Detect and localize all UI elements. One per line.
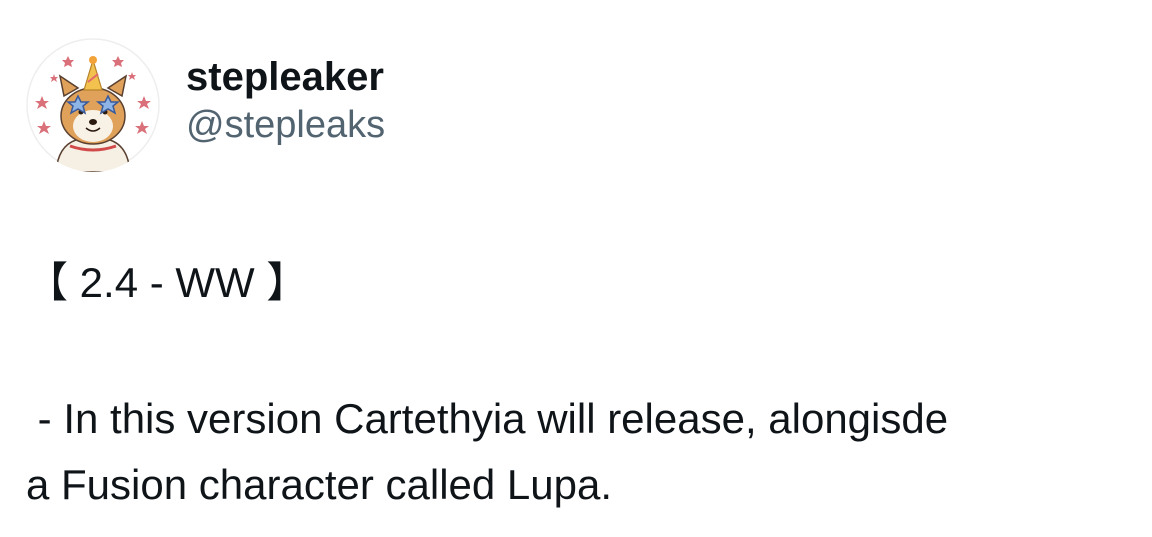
shiba-inu-party-avatar-icon <box>26 38 160 172</box>
avatar[interactable] <box>26 38 160 172</box>
tweet-card: stepleaker @stepleaks 【 2.4 - WW 】 - In … <box>0 0 1152 537</box>
tweet-body: 【 2.4 - WW 】 - In this version Cartethyi… <box>26 250 1146 518</box>
tweet-text-line: - In this version Cartethyia will releas… <box>26 395 949 442</box>
author-names: stepleaker @stepleaks <box>186 54 385 148</box>
tweet-header-line: 【 2.4 - WW 】 <box>26 259 309 306</box>
author-display-name[interactable]: stepleaker <box>186 54 385 100</box>
author-handle[interactable]: @stepleaks <box>186 102 385 148</box>
tweet-text-line: a Fusion character called Lupa. <box>26 461 613 508</box>
tweet-header: stepleaker @stepleaks <box>26 38 385 172</box>
